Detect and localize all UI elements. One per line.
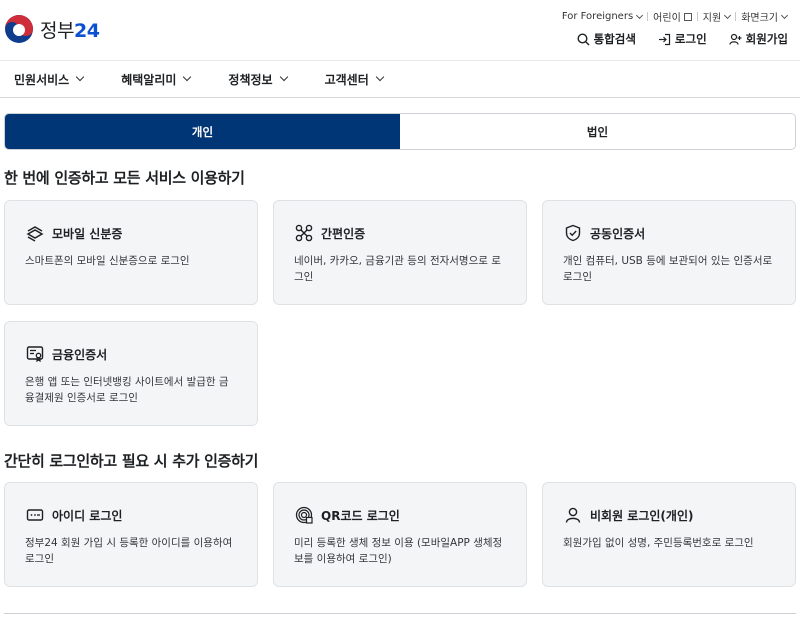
login-icon bbox=[658, 33, 671, 45]
tab-personal[interactable]: 개인 bbox=[5, 114, 400, 149]
section-title-simple-login: 간단히 로그인하고 필요 시 추가 인증하기 bbox=[4, 452, 259, 470]
chevron-down-icon bbox=[75, 72, 85, 82]
signup-button[interactable]: 회원가입 bbox=[729, 31, 788, 47]
qr-code-icon bbox=[294, 505, 314, 525]
gov24-logo[interactable]: 정부24 bbox=[4, 14, 100, 44]
nav-civil-service[interactable]: 민원서비스 bbox=[14, 71, 85, 88]
login-type-tabs: 개인 법인 bbox=[4, 113, 796, 150]
simple-auth-icon bbox=[294, 223, 314, 243]
kids-link[interactable]: 어린이 bbox=[648, 9, 697, 24]
financial-certificate-login-card[interactable]: 금융인증서 은행 앱 또는 인터넷뱅킹 사이트에서 발급한 금융결제원 인증서로… bbox=[4, 321, 258, 426]
search-icon bbox=[577, 32, 590, 45]
joint-certificate-login-card[interactable]: 공동인증서 개인 컴퓨터, USB 등에 보관되어 있는 인증서로 로그인 bbox=[542, 200, 796, 305]
main-navigation: 민원서비스 혜택알리미 정책정보 고객센터 bbox=[0, 60, 800, 98]
card-title: 간편인증 bbox=[294, 223, 506, 243]
nav-customer-center[interactable]: 고객센터 bbox=[325, 71, 384, 88]
card-description: 개인 컴퓨터, USB 등에 보관되어 있는 인증서로 로그인 bbox=[563, 255, 773, 283]
header-actions: 통합검색 로그인 회원가입 bbox=[555, 31, 788, 47]
nav-benefit-alert[interactable]: 혜택알리미 bbox=[121, 71, 192, 88]
shield-check-icon bbox=[563, 223, 583, 243]
card-description: 스마트폰의 모바일 신분증으로 로그인 bbox=[25, 255, 190, 267]
card-title: 모바일 신분증 bbox=[25, 223, 237, 243]
chevron-down-icon bbox=[375, 72, 384, 82]
card-description: 은행 앱 또는 인터넷뱅킹 사이트에서 발급한 금융결제원 인증서로 로그인 bbox=[25, 376, 229, 404]
mobile-id-icon bbox=[25, 223, 45, 243]
card-title: 공동인증서 bbox=[563, 223, 775, 243]
id-password-icon bbox=[25, 505, 45, 525]
taegeuk-logo-icon bbox=[5, 15, 33, 43]
screen-size-link[interactable]: 화면크기 bbox=[736, 9, 792, 24]
simple-auth-login-card[interactable]: 간편인증 네이버, 카카오, 금융기관 등의 전자서명으로 로그인 bbox=[273, 200, 527, 305]
chevron-down-icon bbox=[279, 72, 288, 82]
chevron-down-icon bbox=[724, 11, 732, 19]
card-description: 회원가입 없이 성명, 주민등록번호로 로그인 bbox=[563, 537, 754, 549]
person-icon bbox=[563, 505, 583, 525]
search-button[interactable]: 통합검색 bbox=[577, 31, 636, 47]
non-member-login-card[interactable]: 비회원 로그인(개인) 회원가입 없이 성명, 주민등록번호로 로그인 bbox=[542, 482, 796, 587]
id-login-card[interactable]: 아이디 로그인 정부24 회원 가입 시 등록한 아이디를 이용하여 로그인 bbox=[4, 482, 258, 587]
for-foreigners-link[interactable]: For Foreigners bbox=[557, 11, 647, 22]
card-title: 아이디 로그인 bbox=[25, 505, 237, 525]
tab-corporate[interactable]: 법인 bbox=[400, 114, 795, 149]
card-title: QR코드 로그인 bbox=[294, 505, 506, 525]
mobile-id-login-card[interactable]: 모바일 신분증 스마트폰의 모바일 신분증으로 로그인 bbox=[4, 200, 258, 305]
add-user-icon bbox=[729, 33, 742, 45]
external-link-icon bbox=[683, 12, 692, 21]
login-button[interactable]: 로그인 bbox=[658, 31, 707, 47]
utility-links: For Foreigners 어린이 지원 화면크기 bbox=[557, 9, 792, 24]
divider bbox=[4, 613, 796, 614]
support-link[interactable]: 지원 bbox=[698, 9, 735, 24]
chevron-down-icon bbox=[780, 11, 789, 19]
card-description: 정부24 회원 가입 시 등록한 아이디를 이용하여 로그인 bbox=[25, 537, 233, 565]
logo-text: 정부24 bbox=[40, 19, 100, 42]
qr-login-card[interactable]: QR코드 로그인 미리 등록한 생체 정보 이용 (모바일APP 생체정보를 이… bbox=[273, 482, 527, 587]
chevron-down-icon bbox=[183, 72, 192, 82]
certificate-icon bbox=[25, 344, 45, 364]
chevron-down-icon bbox=[636, 11, 644, 19]
card-description: 네이버, 카카오, 금융기관 등의 전자서명으로 로그인 bbox=[294, 255, 501, 283]
card-description: 미리 등록한 생체 정보 이용 (모바일APP 생체정보를 이용하여 로그인) bbox=[294, 537, 503, 565]
nav-policy-info[interactable]: 정책정보 bbox=[228, 71, 288, 88]
card-title: 비회원 로그인(개인) bbox=[563, 505, 775, 525]
section-title-auth: 한 번에 인증하고 모든 서비스 이용하기 bbox=[4, 169, 245, 187]
card-title: 금융인증서 bbox=[25, 344, 237, 364]
header: 정부24 For Foreigners 어린이 지원 화면크기 통합검색 로그인… bbox=[0, 0, 800, 60]
